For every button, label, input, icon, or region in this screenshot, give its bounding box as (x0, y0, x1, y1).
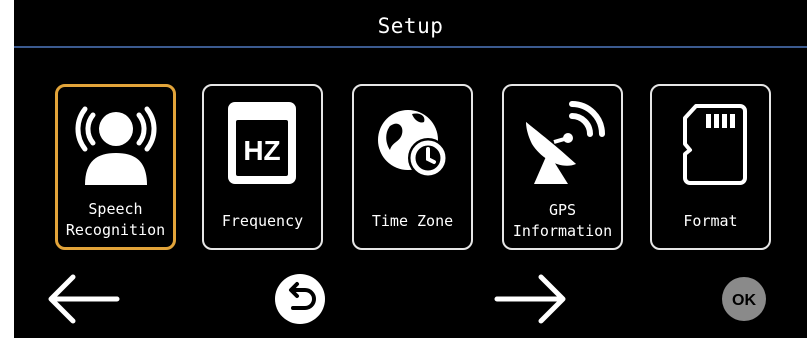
satellite-dish-icon (504, 98, 621, 188)
globe-clock-icon (354, 98, 471, 188)
menu-item-format[interactable]: Format (650, 84, 771, 250)
menu-item-speech-recognition[interactable]: Speech Recognition (55, 84, 176, 250)
page-title: Setup (377, 14, 444, 38)
menu-item-frequency[interactable]: HZ Frequency (202, 84, 323, 250)
menu-item-label: Frequency (221, 211, 304, 230)
ok-button[interactable]: OK (718, 270, 770, 332)
menu-item-gps-information[interactable]: GPS Information (502, 84, 623, 250)
arrow-left-icon (45, 273, 121, 329)
sd-card-icon (652, 98, 769, 188)
menu-item-label: Format (683, 211, 738, 230)
menu-item-label: Time Zone (371, 211, 454, 230)
setup-screen: Setup Speech Recognition HZ Frequency Ti… (14, 0, 807, 338)
menu-item-time-zone[interactable]: Time Zone (352, 84, 473, 250)
arrow-right-icon (493, 273, 569, 329)
svg-text:HZ: HZ (243, 135, 280, 166)
header-divider (14, 46, 807, 48)
ok-icon: OK (720, 275, 768, 327)
back-button[interactable] (42, 270, 124, 332)
next-button[interactable] (490, 270, 572, 332)
return-icon (273, 272, 327, 330)
speech-recognition-icon (58, 99, 173, 189)
title-bar: Setup (14, 0, 807, 46)
menu-item-label: Speech Recognition (65, 200, 166, 239)
menu-item-label: GPS Information (512, 201, 613, 240)
svg-text:OK: OK (732, 292, 756, 309)
return-button[interactable] (270, 270, 330, 332)
frequency-hz-icon: HZ (204, 98, 321, 188)
